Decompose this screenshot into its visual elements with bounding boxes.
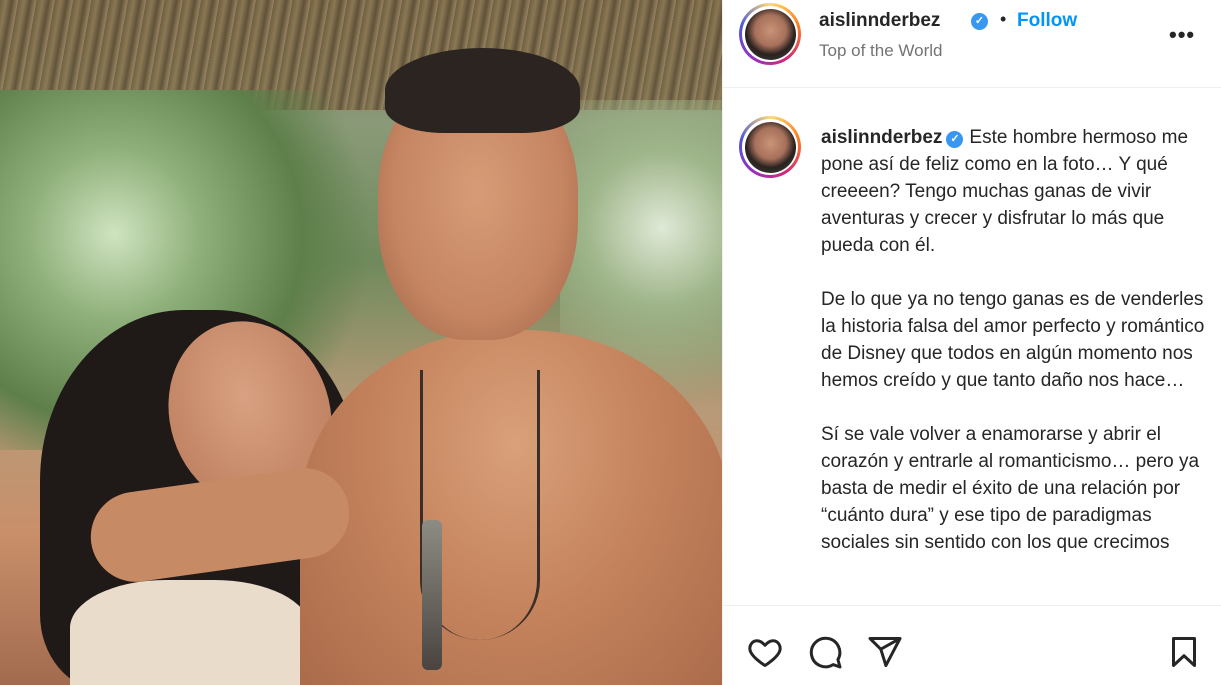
caption-area: aislinnderbez ✓ Este hombre hermoso me pon… [723, 89, 1221, 604]
post-header: aislinnderbez ✓ • Follow Top of the Worl… [723, 0, 1221, 88]
bookmark-icon[interactable] [1166, 634, 1202, 670]
avatar-image [744, 121, 796, 173]
woman-lace-top [70, 580, 310, 685]
pendant [422, 520, 442, 670]
verified-badge-icon: ✓ [971, 13, 988, 30]
caption: aislinnderbez ✓ Este hombre hermoso me pon… [821, 124, 1206, 556]
action-bar [723, 605, 1221, 685]
verified-badge-icon: ✓ [946, 131, 964, 148]
author-username[interactable]: aislinnderbez [819, 10, 940, 32]
avatar-image [744, 8, 796, 60]
heart-icon[interactable] [747, 634, 783, 670]
man-hair [385, 48, 580, 133]
more-options-icon[interactable]: ••• [1169, 22, 1195, 48]
comment-icon[interactable] [807, 634, 843, 670]
follow-button[interactable]: Follow [1017, 10, 1077, 32]
header-separator: • [1000, 9, 1007, 29]
post-photo[interactable] [0, 0, 722, 685]
author-avatar[interactable] [739, 3, 801, 65]
caption-author-avatar[interactable] [739, 116, 801, 178]
post-sidebar: aislinnderbez ✓ • Follow Top of the Worl… [722, 0, 1221, 685]
caption-username[interactable]: aislinnderbez [821, 127, 942, 148]
post-location[interactable]: Top of the World [819, 41, 942, 61]
caption-body: Este hombre hermoso me pone así de feliz… [821, 127, 1205, 553]
send-icon[interactable] [867, 634, 903, 670]
